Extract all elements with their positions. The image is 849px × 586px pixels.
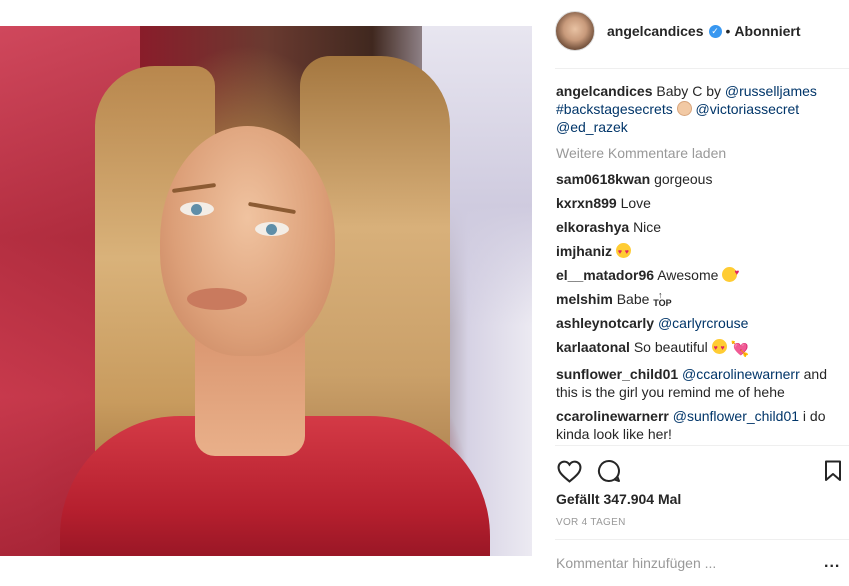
comment-text: gorgeous: [654, 171, 713, 187]
verified-badge-icon: ✓: [708, 24, 722, 38]
comment-mention[interactable]: @carlyrcrouse: [658, 315, 748, 331]
actions-divider: [555, 445, 849, 446]
heart-outline-icon[interactable]: [556, 458, 582, 484]
post-actions: [556, 458, 842, 484]
caption-mention[interactable]: @ed_razek: [556, 119, 628, 135]
baby-emoji-icon: [676, 101, 692, 116]
add-comment-input[interactable]: [556, 555, 816, 571]
comment-username[interactable]: elkorashya: [556, 219, 629, 235]
header-divider: [555, 68, 849, 69]
comment: elkorashya Nice: [556, 218, 846, 236]
comment-text: Awesome: [657, 267, 719, 283]
caption-text: Baby C by: [656, 83, 721, 99]
comment-mention[interactable]: @ccarolinewarnerr: [682, 366, 800, 382]
comment: kxrxn899 Love: [556, 194, 846, 212]
post-caption: angelcandices Baby C by @russelljames #b…: [556, 82, 846, 136]
header-separator: •: [725, 23, 731, 39]
comment-text: Love: [620, 195, 651, 211]
comment: ashleynotcarly @carlyrcrouse: [556, 314, 846, 332]
caption-hashtag[interactable]: #backstagesecrets: [556, 101, 673, 117]
comment-username[interactable]: sam0618kwan: [556, 171, 650, 187]
post-photo[interactable]: [0, 26, 532, 556]
follow-status-button[interactable]: Abonniert: [734, 23, 800, 39]
heart-eyes-emoji-icon: [615, 243, 631, 262]
comment-username[interactable]: el__matador96: [556, 267, 654, 283]
likes-count[interactable]: Gefällt 347.904 Mal: [556, 491, 681, 507]
speech-bubble-icon[interactable]: [596, 458, 622, 484]
comment-text: Babe: [616, 291, 650, 307]
caption-mention[interactable]: @russelljames: [725, 83, 817, 99]
kissing-heart-emoji-icon: [722, 264, 739, 282]
bookmark-icon[interactable]: [820, 458, 846, 484]
comment-username[interactable]: imjhaniz: [556, 243, 612, 259]
header-username[interactable]: angelcandices: [607, 23, 704, 39]
comment: melshim Babe ↑ TOP: [556, 290, 846, 308]
heart-arrow-emoji-icon: 💘: [730, 341, 750, 358]
comment: imjhaniz: [556, 242, 846, 262]
comment: sam0618kwan gorgeous: [556, 170, 846, 188]
comment: ccarolinewarnerr @sunflower_child01 i do…: [556, 407, 846, 443]
more-dots-icon[interactable]: ...: [824, 555, 840, 571]
comment-username[interactable]: ccarolinewarnerr: [556, 408, 669, 424]
photo-eye-right: [255, 222, 289, 236]
comment-divider: [555, 539, 849, 540]
caption-mention[interactable]: @victoriassecret: [696, 101, 800, 117]
comment: sunflower_child01 @ccarolinewarnerr and …: [556, 365, 846, 401]
caption-username[interactable]: angelcandices: [556, 83, 653, 99]
comments-list: angelcandices Baby C by @russelljames #b…: [556, 82, 846, 449]
comment-text: So beautiful: [633, 339, 708, 355]
comment-mention[interactable]: @sunflower_child01: [673, 408, 799, 424]
load-more-comments-link[interactable]: Weitere Kommentare laden: [556, 144, 846, 162]
comment-username[interactable]: karlaatonal: [556, 339, 630, 355]
comment-text: Nice: [633, 219, 662, 235]
avatar[interactable]: [555, 11, 595, 51]
photo-lips: [187, 288, 247, 310]
comment-username[interactable]: melshim: [556, 291, 613, 307]
post-header: angelcandices ✓ • Abonniert: [543, 9, 849, 53]
comment-username[interactable]: ashleynotcarly: [556, 315, 654, 331]
post-timestamp[interactable]: VOR 4 TAGEN: [556, 517, 626, 528]
photo-eye-left: [180, 202, 214, 216]
top-arrow-emoji-icon: ↑ TOP: [653, 290, 672, 308]
photo-face: [160, 126, 335, 356]
comment: karlaatonal So beautiful 💘: [556, 338, 846, 359]
comment-username[interactable]: kxrxn899: [556, 195, 617, 211]
comment-username[interactable]: sunflower_child01: [556, 366, 678, 382]
comment: el__matador96 Awesome: [556, 264, 846, 284]
heart-eyes-emoji-icon: [711, 339, 727, 358]
